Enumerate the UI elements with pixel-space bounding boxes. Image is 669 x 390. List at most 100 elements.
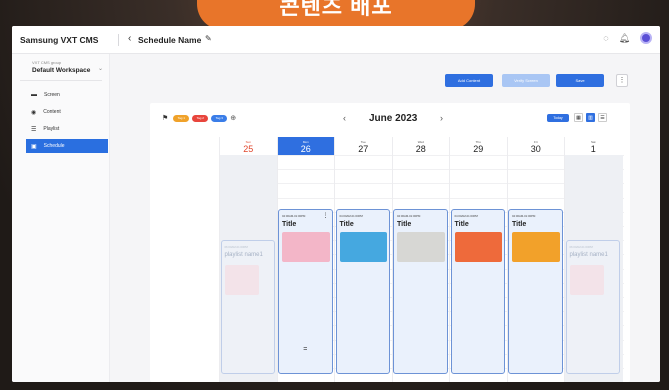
day-name: Sun — [245, 140, 251, 144]
divider — [118, 34, 119, 46]
verify-screen-button[interactable]: Verify Screen — [502, 74, 550, 87]
event-time: 04:00AM-01:00PM — [512, 213, 536, 218]
view-switcher: ▦ ▥ ☰ — [574, 113, 607, 122]
event-title: Title — [454, 220, 469, 228]
content-thumbnail — [569, 265, 604, 296]
top-bar: Samsung VXT CMS ‹ Schedule Name ✎ ◌ 🔔︎ — [12, 26, 660, 54]
more-icon[interactable]: ⋮ — [616, 74, 628, 87]
week-view-icon[interactable]: ▥ — [586, 113, 595, 122]
app-window: Samsung VXT CMS ‹ Schedule Name ✎ ◌ 🔔︎ V… — [12, 26, 660, 382]
playlist-event-card[interactable]: 06:00AM-01:00PM playlist name1 — [565, 240, 620, 374]
day-number: 28 — [415, 144, 426, 154]
save-button[interactable]: Save — [556, 74, 604, 87]
day-name: Fri — [534, 140, 538, 144]
screen-icon: ▬ — [31, 92, 37, 98]
sidebar-item-label: Playlist — [43, 126, 60, 132]
next-month-icon[interactable]: › — [440, 113, 443, 123]
notification-icon[interactable]: 🔔︎ — [619, 33, 630, 44]
month-view-icon[interactable]: ▦ — [574, 113, 583, 122]
avatar[interactable] — [640, 32, 652, 44]
schedule-event-card[interactable]: 04:00AM-01:00PM Title ⋮ = — [278, 208, 333, 374]
day-number: 27 — [358, 144, 369, 154]
sidebar-item-screen[interactable]: ▬ Screen — [26, 88, 106, 102]
event-title: Title — [339, 220, 354, 228]
playlist-event-card[interactable]: 06:00AM-01:00PM playlist name1 — [220, 240, 275, 374]
event-title: playlist name1 — [224, 252, 263, 259]
day-name: Mon — [302, 140, 309, 144]
event-time: 04:00AM-01:00PM — [397, 213, 421, 218]
schedule-icon: ▣ — [31, 143, 37, 150]
list-view-icon[interactable]: ☰ — [598, 113, 607, 122]
sidebar-item-label: Schedule — [43, 143, 65, 149]
event-title: Title — [397, 220, 412, 228]
calendar: ⚑ Tag 1 Tag 2 Tag 3 ⊕ ‹ June 2023 › Today ▦… — [150, 103, 630, 382]
day-header: Sun 25 — [220, 137, 277, 155]
schedule-event-card[interactable]: 04:00AM-01:00PM Title — [450, 208, 505, 374]
tag-chip[interactable]: Tag 1 — [173, 114, 190, 122]
event-time: 04:00AM-01:00PM — [339, 213, 363, 218]
content-thumbnail — [454, 231, 502, 262]
content-thumbnail — [224, 265, 259, 296]
resize-handle-icon[interactable]: = — [303, 346, 307, 353]
day-name: Sat — [590, 140, 596, 144]
chevron-down-icon[interactable]: ⌄ — [98, 65, 103, 72]
tag-chip[interactable]: Tag 3 — [211, 114, 228, 122]
schedule-event-card[interactable]: 04:00AM-01:00PM Title — [393, 208, 448, 374]
content-thumbnail — [282, 231, 330, 262]
prev-month-icon[interactable]: ‹ — [343, 113, 346, 123]
divider — [20, 80, 102, 81]
playlist-icon: ☰ — [31, 126, 37, 133]
sidebar-item-playlist[interactable]: ☰ Playlist — [26, 122, 106, 136]
app-logo: Samsung VXT CMS — [20, 35, 99, 45]
sidebar-item-label: Screen — [44, 92, 60, 98]
day-name: Tue — [360, 140, 366, 144]
event-time: 04:00AM-01:00PM — [454, 213, 478, 218]
day-name: Wed — [417, 140, 424, 144]
day-header: Thu 29 — [450, 137, 507, 155]
sidebar-item-content[interactable]: ◉ Content — [26, 105, 106, 119]
schedule-name: Schedule Name — [138, 35, 202, 45]
event-title: Title — [512, 220, 527, 228]
schedule-event-card[interactable]: 04:00AM-01:00PM Title — [508, 208, 563, 374]
day-header: Fri 30 — [508, 137, 565, 155]
content-icon: ◉ — [31, 109, 37, 116]
day-number: 1 — [590, 144, 596, 154]
calendar-header: ⚑ Tag 1 Tag 2 Tag 3 ⊕ ‹ June 2023 › Today ▦… — [150, 103, 630, 131]
sidebar-item-schedule[interactable]: ▣ Schedule — [26, 139, 108, 153]
tag-chip[interactable]: Tag 2 — [192, 114, 209, 122]
event-time: 06:00AM-01:00PM — [569, 245, 593, 250]
day-number: 26 — [300, 144, 311, 154]
day-header: Mon 26 — [277, 137, 334, 155]
schedule-event-card[interactable]: 04:00AM-01:00PM Title — [335, 208, 390, 374]
workspace-group: VXT CMS group — [32, 60, 62, 65]
day-header: Wed 28 — [393, 137, 450, 155]
day-number: 25 — [243, 144, 254, 154]
content-thumbnail — [397, 231, 445, 262]
main-area: Add Content Verify Screen Save ⋮ ⚑ Tag 1… — [110, 54, 660, 382]
add-tag-icon[interactable]: ⊕ — [230, 114, 236, 122]
content-thumbnail — [512, 231, 560, 262]
today-button[interactable]: Today — [547, 114, 569, 122]
add-content-button[interactable]: Add Content — [445, 74, 493, 87]
edit-icon[interactable]: ✎ — [205, 34, 212, 43]
day-header: Sat 1 — [565, 137, 622, 155]
help-icon[interactable]: ◌ — [603, 33, 608, 43]
day-header: Tue 27 — [335, 137, 392, 155]
more-icon[interactable]: ⋮ — [323, 212, 329, 219]
day-name: Thu — [475, 140, 481, 144]
event-time: 04:00AM-01:00PM — [282, 213, 306, 218]
day-number: 29 — [473, 144, 484, 154]
week-grid: AM 00:0001:0002:0003:0004:0005:0006:0007… — [162, 137, 624, 382]
event-title: Title — [282, 220, 297, 228]
back-icon[interactable]: ‹ — [128, 33, 131, 44]
tag-icon: ⚑ — [162, 115, 169, 122]
event-title: playlist name1 — [569, 252, 608, 259]
workspace-name[interactable]: Default Workspace — [32, 67, 90, 74]
sidebar: VXT CMS group Default Workspace ⌄ ▬ Scree… — [12, 54, 110, 382]
topbar-icons: ◌ 🔔︎ — [603, 32, 652, 44]
event-time: 06:00AM-01:00PM — [224, 245, 248, 250]
tag-filter: ⚑ Tag 1 Tag 2 Tag 3 ⊕ — [162, 114, 236, 122]
month-label: June 2023 — [369, 113, 418, 124]
sidebar-item-label: Content — [43, 109, 61, 115]
day-number: 30 — [530, 144, 541, 154]
